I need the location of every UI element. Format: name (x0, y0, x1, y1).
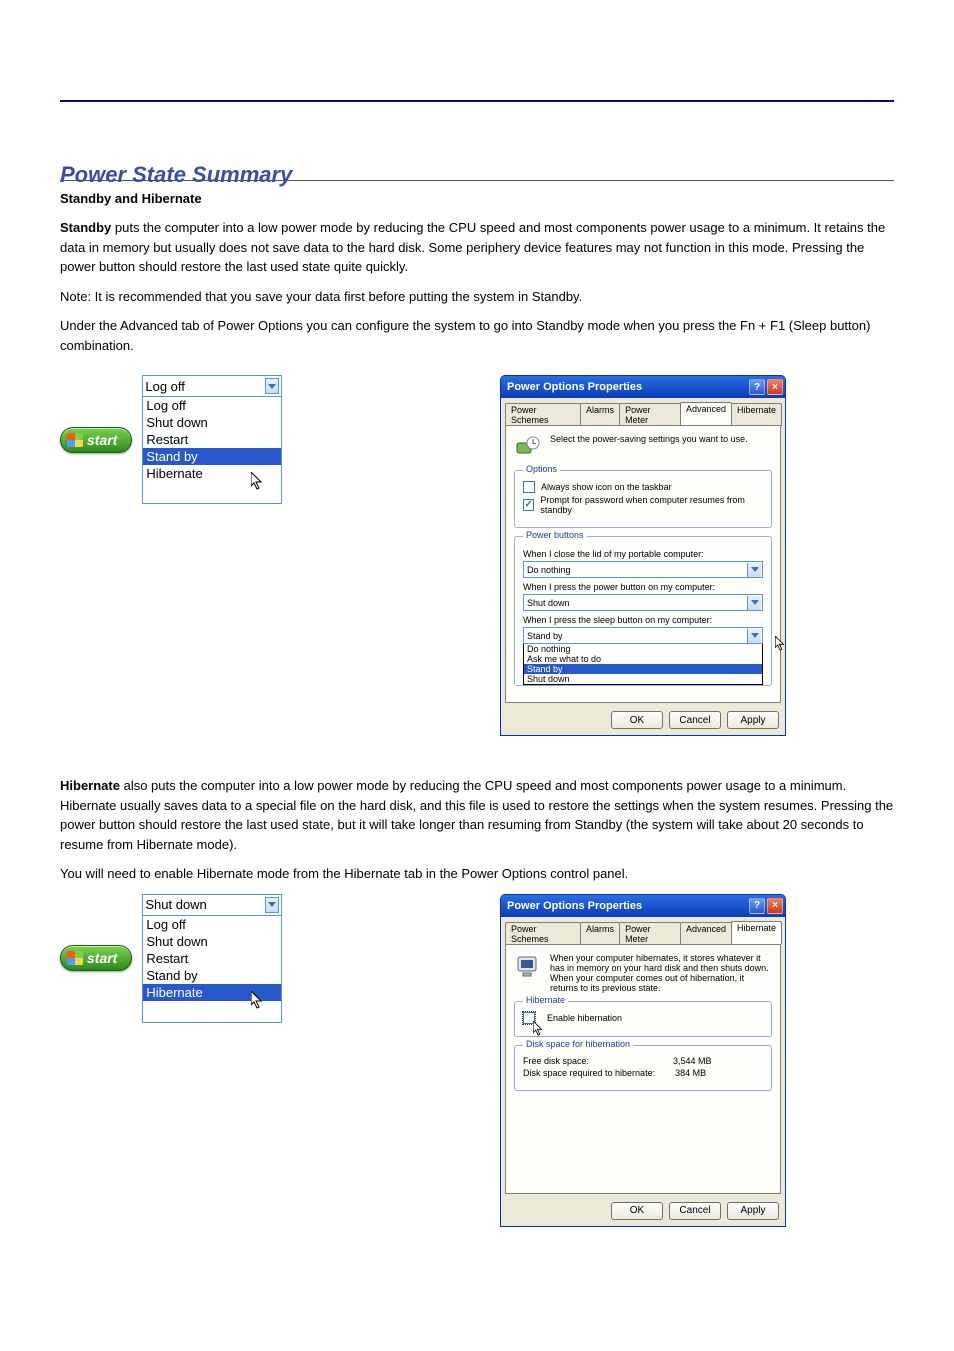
combo-item-logoff[interactable]: Log off (143, 397, 281, 414)
combo-item-restart[interactable]: Restart (143, 431, 281, 448)
close-button[interactable]: × (767, 379, 783, 395)
advanced-intro: Select the power-saving settings you wan… (550, 434, 748, 444)
tab-power-meter[interactable]: Power Meter (619, 403, 681, 426)
hibernate-paragraph: Hibernate also puts the computer into a … (60, 776, 894, 854)
chevron-down-icon[interactable] (265, 378, 279, 394)
group-disk-legend: Disk space for hibernation (523, 1039, 633, 1049)
tab-power-meter[interactable]: Power Meter (619, 922, 681, 945)
tab-power-schemes[interactable]: Power Schemes (505, 403, 581, 426)
chevron-down-icon[interactable] (747, 563, 761, 577)
apply-button[interactable]: Apply (727, 1202, 779, 1220)
shutdown-dropdown-standby[interactable]: Log off Log off Shut down Restart Stand … (142, 375, 282, 504)
combo-item-shutdown[interactable]: Shut down (143, 414, 281, 431)
tab-advanced[interactable]: Advanced (680, 922, 732, 945)
power-options-dialog-hibernate: Power Options Properties ? × Power Schem… (500, 894, 786, 1227)
chk-prompt-password-label: Prompt for password when computer resume… (540, 495, 763, 515)
standby-note: Note: It is recommended that you save yo… (60, 287, 894, 307)
cursor-arrow-icon (251, 991, 389, 1012)
start-menu-button[interactable]: start (60, 427, 132, 453)
windows-flag-icon (67, 951, 83, 965)
close-button[interactable]: × (767, 898, 783, 914)
chevron-down-icon[interactable] (747, 629, 761, 643)
required-disk-value: 384 MB (675, 1068, 706, 1078)
hibernate-enable-intro: You will need to enable Hibernate mode f… (60, 864, 894, 884)
titlebar[interactable]: Power Options Properties ? × (501, 895, 785, 917)
tab-alarms[interactable]: Alarms (580, 922, 620, 945)
ok-button[interactable]: OK (611, 1202, 663, 1220)
start-label: start (87, 432, 117, 448)
tab-power-schemes[interactable]: Power Schemes (505, 922, 581, 945)
section-title: Power State Summary (60, 162, 894, 188)
chk-enable-hibernation-label: Enable hibernation (547, 1013, 622, 1023)
power-options-dialog-advanced: Power Options Properties ? × Power Schem… (500, 375, 786, 736)
help-button[interactable]: ? (749, 379, 765, 395)
combo-item-standby[interactable]: Stand by (143, 967, 281, 984)
combo-item-standby[interactable]: Stand by (143, 448, 281, 465)
start-label: start (87, 950, 117, 966)
computer-icon (514, 953, 542, 981)
chk-show-icon[interactable] (523, 481, 535, 493)
tab-alarms[interactable]: Alarms (580, 403, 620, 426)
group-power-buttons-legend: Power buttons (523, 530, 587, 540)
list-item[interactable]: Shut down (524, 674, 762, 684)
chk-show-icon-label: Always show icon on the taskbar (541, 482, 672, 492)
combo-selected: Shut down (145, 897, 206, 912)
combo-item-shutdown[interactable]: Shut down (143, 933, 281, 950)
shutdown-dropdown-hibernate[interactable]: Shut down Log off Shut down Restart Stan… (142, 894, 282, 1023)
standby-adv-intro: Under the Advanced tab of Power Options … (60, 316, 894, 355)
ok-button[interactable]: OK (611, 711, 663, 729)
combo-item-logoff[interactable]: Log off (143, 916, 281, 933)
chevron-down-icon[interactable] (747, 596, 761, 610)
top-rule (60, 100, 894, 102)
tab-hibernate[interactable]: Hibernate (731, 403, 782, 426)
dialog-title: Power Options Properties (507, 381, 642, 393)
free-disk-value: 3,544 MB (673, 1056, 712, 1066)
group-hibernate-legend: Hibernate (523, 995, 568, 1005)
list-item[interactable]: Do nothing (524, 644, 762, 654)
cancel-button[interactable]: Cancel (669, 711, 721, 729)
hibernate-desc: When your computer hibernates, it stores… (550, 953, 772, 993)
tabstrip: Power Schemes Alarms Power Meter Advance… (501, 917, 785, 944)
chevron-down-icon[interactable] (265, 897, 279, 913)
lid-select[interactable]: Do nothing (523, 561, 763, 578)
cancel-button[interactable]: Cancel (669, 1202, 721, 1220)
required-disk-label: Disk space required to hibernate: (523, 1068, 655, 1078)
sleep-btn-label: When I press the sleep button on my comp… (523, 615, 763, 625)
list-item[interactable]: Stand by (524, 664, 762, 674)
group-options-legend: Options (523, 464, 560, 474)
power-btn-label: When I press the power button on my comp… (523, 582, 763, 592)
standby-paragraph: Standby puts the computer into a low pow… (60, 218, 894, 277)
windows-flag-icon (67, 433, 83, 447)
dialog-title: Power Options Properties (507, 900, 642, 912)
standby-heading: Standby and Hibernate (60, 191, 894, 206)
apply-button[interactable]: Apply (727, 711, 779, 729)
lid-label: When I close the lid of my portable comp… (523, 549, 763, 559)
tab-hibernate[interactable]: Hibernate (731, 921, 782, 944)
start-menu-button[interactable]: start (60, 945, 132, 971)
tab-advanced[interactable]: Advanced (680, 402, 732, 425)
cursor-arrow-icon (251, 472, 389, 493)
free-disk-label: Free disk space: (523, 1056, 653, 1066)
combo-selected: Log off (145, 379, 185, 394)
combo-item-restart[interactable]: Restart (143, 950, 281, 967)
titlebar[interactable]: Power Options Properties ? × (501, 376, 785, 398)
battery-clock-icon (514, 434, 542, 462)
sleep-btn-dropdown-list[interactable]: Do nothing Ask me what to do Stand by Sh… (523, 644, 763, 685)
tabstrip: Power Schemes Alarms Power Meter Advance… (501, 398, 785, 425)
power-btn-select[interactable]: Shut down (523, 594, 763, 611)
help-button[interactable]: ? (749, 898, 765, 914)
chk-prompt-password[interactable] (523, 499, 534, 511)
sleep-btn-select[interactable]: Stand by (523, 627, 763, 644)
list-item[interactable]: Ask me what to do (524, 654, 762, 664)
